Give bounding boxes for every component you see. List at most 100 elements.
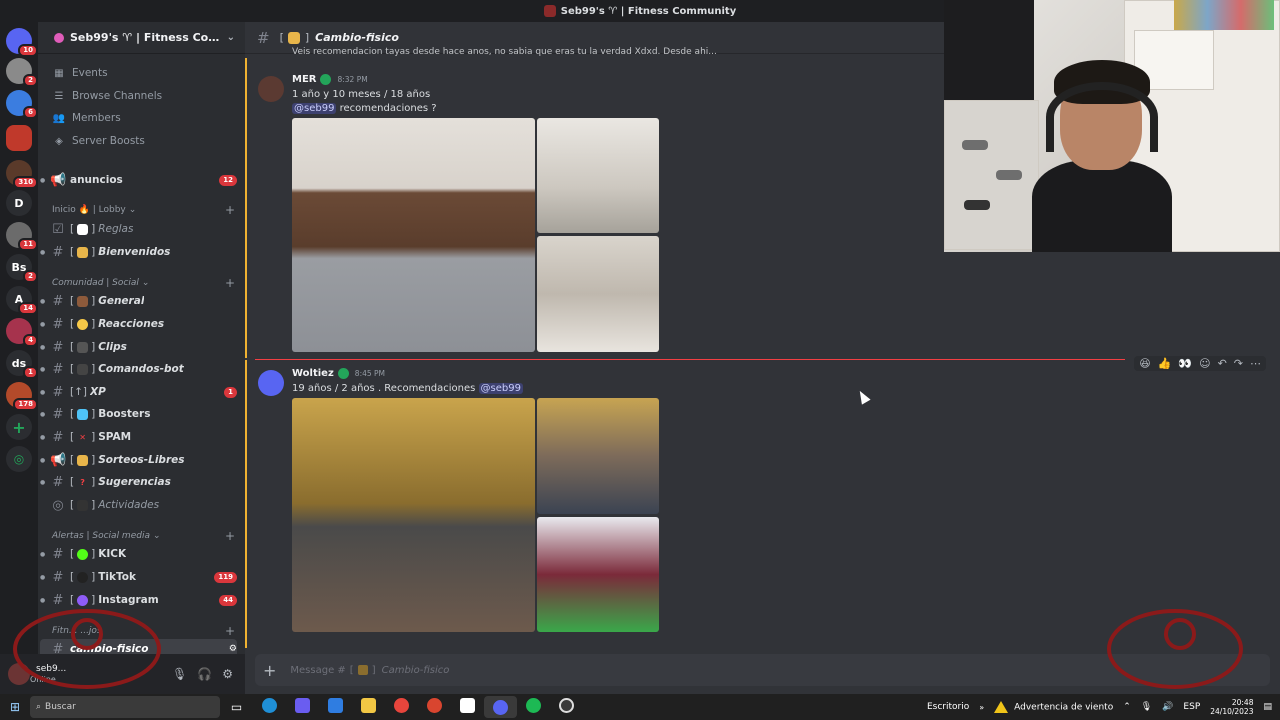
document-icon[interactable] xyxy=(451,698,484,716)
channel-label: Bienvenidos xyxy=(98,246,171,258)
emoji-icon xyxy=(77,246,89,258)
edge-icon[interactable] xyxy=(253,698,286,716)
channel-kick[interactable]: ● #[] KICK xyxy=(40,544,237,564)
channel-sugerencias[interactable]: ● #[?] Sugerencias xyxy=(40,472,237,492)
attachment-photo[interactable] xyxy=(537,398,659,514)
channel-actividades[interactable]: ◎[] Actividades xyxy=(40,495,237,515)
boost-icon: ◈ xyxy=(55,135,63,147)
add-attachment-icon[interactable]: + xyxy=(263,661,276,680)
attachment-photo[interactable] xyxy=(537,517,659,632)
weather-widget[interactable]: Advertencia de viento xyxy=(994,701,1113,713)
nav-events[interactable]: ▦ Events xyxy=(52,63,237,83)
gear-icon[interactable]: ⚙ xyxy=(222,667,233,681)
nav-members[interactable]: 👥 Members xyxy=(52,108,237,128)
server-icon-11[interactable]: 178 xyxy=(6,382,38,411)
server-initials: D xyxy=(14,196,24,210)
server-icon-a[interactable]: A 14 xyxy=(6,286,38,315)
windows-start-icon[interactable]: ⊞ xyxy=(0,700,30,714)
server-badge: 10 xyxy=(18,44,38,57)
server-icon-active[interactable] xyxy=(6,125,32,151)
server-icon-1[interactable]: 2 xyxy=(6,58,38,87)
headphones-icon[interactable]: 🎧 xyxy=(197,667,212,681)
tray-chevron-icon[interactable]: ⌃ xyxy=(1123,702,1131,712)
microphone-icon[interactable]: 🎙 xyxy=(172,667,187,681)
channel-tiktok[interactable]: ● #[] TikTok 119 xyxy=(40,567,237,587)
channel-general[interactable]: ● #[] General xyxy=(40,291,237,311)
category-inicio[interactable]: Inicio 🔥 | Lobby ⌄ + xyxy=(52,202,235,218)
channel-sorteos-libres[interactable]: ● 📢[] Sorteos-Libres xyxy=(40,450,237,470)
channel-bienvenidos[interactable]: ● #[] Bienvenidos xyxy=(40,242,237,262)
server-icon-ds[interactable]: ds 1 xyxy=(6,350,38,379)
attachment-photo[interactable] xyxy=(537,236,659,352)
chrome-icon[interactable] xyxy=(385,698,418,716)
author-name[interactable]: Woltiez xyxy=(292,368,334,379)
channel-comandos-bot[interactable]: ● #[] Comandos-bot xyxy=(40,359,237,379)
category-comunidad[interactable]: Comunidad | Social ⌄ + xyxy=(52,275,235,291)
attachment-photo[interactable] xyxy=(537,118,659,233)
channel-xp[interactable]: ● # [↑] XP 1 xyxy=(40,382,237,402)
server-icon-4[interactable]: 310 xyxy=(6,160,38,189)
search-label: Buscar xyxy=(45,702,76,712)
verified-icon xyxy=(337,368,349,379)
eyes-icon[interactable]: 👀 xyxy=(1178,357,1192,370)
add-reaction-icon[interactable]: ☺ xyxy=(1199,357,1210,370)
taskbar-search[interactable]: ⌕ Buscar xyxy=(30,696,220,718)
notifications-icon[interactable]: ▤ xyxy=(1263,702,1272,712)
channel-boosters[interactable]: ● #[] Boosters xyxy=(40,404,237,424)
microphone-tray-icon[interactable]: 🎙 xyxy=(1141,702,1152,712)
file-explorer-icon[interactable] xyxy=(352,698,385,716)
desktop-label[interactable]: Escritorio xyxy=(927,702,969,712)
task-view-icon[interactable]: ▭ xyxy=(220,700,253,714)
spotify-icon[interactable] xyxy=(517,698,550,716)
add-channel-icon[interactable]: + xyxy=(225,529,235,543)
channel-spam[interactable]: ● #[✕] SPAM xyxy=(40,427,237,447)
obs-icon[interactable] xyxy=(550,698,583,716)
forward-icon[interactable]: ↷ xyxy=(1234,357,1243,370)
author-avatar[interactable] xyxy=(258,76,284,102)
store-icon[interactable] xyxy=(319,698,352,716)
add-server-icon[interactable]: + xyxy=(6,414,32,440)
nav-server-boosts[interactable]: ◈ Server Boosts xyxy=(52,131,237,151)
author-avatar[interactable] xyxy=(258,370,284,396)
channel-anuncios[interactable]: ● 📢 anuncios 12 xyxy=(40,170,237,190)
server-icon-bs[interactable]: Bs 2 xyxy=(6,254,38,283)
more-icon[interactable]: ⋯ xyxy=(1250,357,1261,370)
copilot-icon[interactable] xyxy=(286,698,319,716)
emoji-reaction-icon[interactable]: 😆 xyxy=(1139,357,1150,370)
server-icon-9[interactable]: 4 xyxy=(6,318,38,347)
clock-time: 20:48 xyxy=(1231,698,1254,707)
hash-icon: # xyxy=(52,339,64,355)
reply-icon[interactable]: ↶ xyxy=(1218,357,1227,370)
pdf-icon[interactable] xyxy=(418,698,451,716)
discord-taskbar-icon[interactable] xyxy=(484,696,517,718)
home-discord-icon[interactable]: 10 xyxy=(6,28,38,57)
user-mention[interactable]: @seb99 xyxy=(478,383,523,394)
category-alertas[interactable]: Alertas | Social media ⌄ + xyxy=(52,528,235,544)
gem-icon xyxy=(77,408,89,420)
user-mention[interactable]: @seb99 xyxy=(292,103,337,114)
thumbs-up-icon[interactable]: 👍 xyxy=(1158,357,1172,370)
channel-reglas[interactable]: ☑[] Reglas xyxy=(40,219,237,239)
rules-icon: ☑ xyxy=(52,221,64,237)
server-icon-2[interactable]: 6 xyxy=(6,90,38,119)
author-name[interactable]: MER xyxy=(292,74,316,85)
attachment-photo[interactable] xyxy=(292,398,535,632)
add-channel-icon[interactable]: + xyxy=(225,203,235,217)
server-header[interactable]: Seb99's ♈ | Fitness Com... ⌄ xyxy=(38,22,245,54)
nav-browse-channels[interactable]: ☰ Browse Channels xyxy=(52,86,237,106)
webcam-overlay xyxy=(944,0,1280,252)
channel-reacciones[interactable]: ● #[] Reacciones xyxy=(40,314,237,334)
add-channel-icon[interactable]: + xyxy=(225,624,235,638)
add-channel-icon[interactable]: + xyxy=(225,276,235,290)
server-icon-6[interactable]: 11 xyxy=(6,222,38,251)
language-indicator[interactable]: ESP xyxy=(1183,702,1200,712)
server-icon-d[interactable]: D xyxy=(6,190,32,216)
discord-app: Seb99's ♈ | Fitness Community 10 2 6 310… xyxy=(0,0,1280,694)
explore-icon[interactable]: ◎ xyxy=(6,446,32,472)
channel-clips[interactable]: ● #[] Clips xyxy=(40,337,237,357)
settings-icon[interactable]: ⚙ xyxy=(229,644,237,654)
volume-icon[interactable]: 🔊 xyxy=(1162,702,1173,712)
clock[interactable]: 20:48 24/10/2023 xyxy=(1210,698,1253,716)
server-badge: 14 xyxy=(18,302,38,315)
attachment-photo[interactable] xyxy=(292,118,535,352)
